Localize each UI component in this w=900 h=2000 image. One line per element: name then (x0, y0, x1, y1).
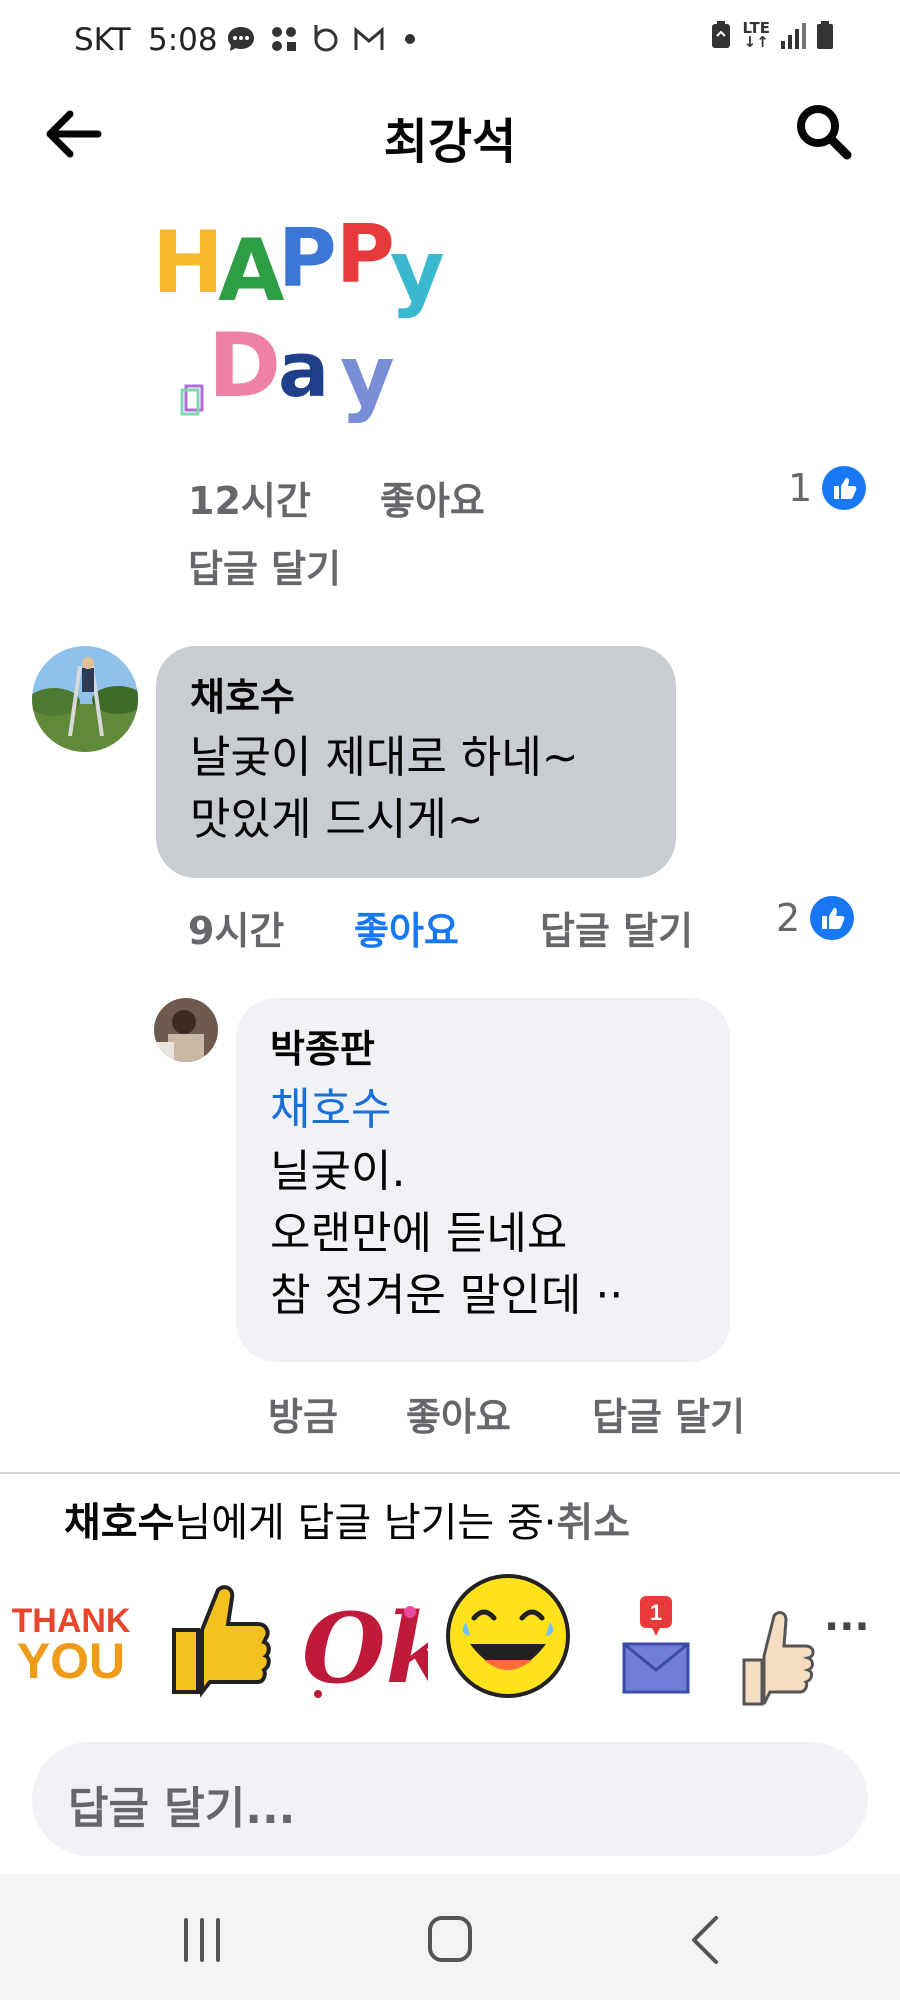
back-icon (692, 1916, 718, 1964)
comment-time: 9시간 (188, 909, 285, 953)
thumbs-up-icon (822, 466, 867, 510)
separator: · (543, 1500, 557, 1546)
more-stickers-button[interactable]: ··· (824, 1604, 870, 1650)
notification-icons (226, 22, 416, 57)
comment-bubble[interactable]: 채호수 날궂이 제대로 하네~ 맛있게 드시게~ (156, 646, 676, 878)
gmail-icon (354, 26, 384, 50)
happy-day-sticker-art: H A P P y D a y (152, 208, 445, 425)
reply-text: 닐궂이. 오랜만에 듣네요 참 정겨운 말인데 ·· (270, 1146, 624, 1321)
system-back-button[interactable] (676, 1912, 736, 1968)
sticker-comment-like-button[interactable]: 좋아요 (380, 470, 485, 525)
thank-you-sticker[interactable]: THANK YOU (10, 1560, 132, 1710)
home-icon (428, 1916, 472, 1962)
status-right-icons: LTE ↓↑ (710, 20, 834, 50)
search-button[interactable] (792, 100, 856, 164)
svg-text:D: D (208, 314, 281, 417)
sticker-comment-reactions[interactable]: 1 (788, 466, 867, 510)
comment-like-button[interactable]: 좋아요 (354, 900, 459, 955)
comment-author[interactable]: 채호수 (190, 666, 642, 721)
laughing-emoji-sticker[interactable] (444, 1560, 574, 1710)
home-button[interactable] (420, 1912, 480, 1968)
replying-banner: 채호수님에게 답글 남기는 중·취소 (64, 1490, 630, 1548)
dot-icon (405, 34, 416, 44)
svg-text:a: a (278, 325, 329, 414)
carrier-label: SKT (74, 22, 131, 58)
reply-bubble[interactable]: 박종판 채호수 닐궂이. 오랜만에 듣네요 참 정겨운 말인데 ·· (236, 998, 730, 1362)
svg-text:y: y (390, 222, 445, 320)
happy-day-sticker[interactable]: H A P P y D a y (150, 200, 480, 430)
reply-input[interactable]: 답글 달기... (32, 1742, 868, 1856)
cancel-reply-button[interactable]: 취소 (556, 1500, 630, 1546)
svg-text:H: H (152, 213, 224, 313)
thumbs-up-sticker[interactable] (160, 1560, 280, 1710)
system-nav-bar (0, 1874, 900, 2000)
sticker-suggestions: THANK YOU Ok 1 (0, 1560, 900, 1720)
band-icon (314, 25, 338, 52)
reply-time: 방금 (268, 1395, 338, 1439)
ok-sticker[interactable]: Ok (298, 1560, 452, 1710)
replying-to-name: 채호수 (64, 1500, 175, 1546)
thumbs-up-icon (810, 896, 855, 940)
status-bar: SKT 5:08 LTE ↓↑ (0, 0, 900, 80)
mail-badge-count: 1 (650, 1600, 662, 1625)
reply-mention-link[interactable]: 채호수 (270, 1079, 696, 1141)
replying-suffix: 님에게 답글 남기는 중 (174, 1500, 544, 1546)
sticker-comment-reply-button[interactable]: 답글 달기 (188, 538, 341, 593)
chat-bubble-icon (228, 27, 254, 51)
comment-text: 날궂이 제대로 하네~ 맛있게 드시게~ (190, 732, 579, 845)
reaction-count: 2 (776, 896, 801, 940)
search-icon (797, 105, 852, 160)
signal-icon (781, 23, 806, 49)
comment-reactions[interactable]: 2 (776, 896, 855, 940)
comment-reply-button[interactable]: 답글 달기 (540, 900, 693, 955)
avatar[interactable] (154, 998, 218, 1062)
thank-you-line-2: YOU (17, 1633, 125, 1689)
svg-text:A: A (218, 221, 285, 321)
recent-apps-button[interactable] (172, 1912, 232, 1968)
reply-like-button[interactable]: 좋아요 (406, 1386, 511, 1441)
battery-icon (817, 21, 833, 49)
recent-apps-icon (184, 1918, 220, 1962)
reaction-count: 1 (788, 466, 813, 510)
sticker-comment-time: 12시간 (188, 479, 311, 523)
svg-text:y: y (340, 327, 395, 425)
reply-reply-button[interactable]: 답글 달기 (592, 1386, 745, 1441)
hand-thumbs-up-sticker[interactable] (734, 1560, 818, 1710)
reply-author[interactable]: 박종판 (270, 1018, 696, 1073)
mail-notification-sticker[interactable]: 1 (606, 1560, 706, 1710)
app-grid-icon (271, 27, 296, 51)
reply-input-placeholder: 답글 달기... (68, 1783, 296, 1834)
status-time: 5:08 (148, 22, 218, 58)
svg-text:P: P (336, 208, 395, 301)
svg-text:P: P (278, 212, 337, 305)
battery-saver-icon (712, 21, 731, 48)
avatar[interactable] (32, 646, 138, 752)
lte-icon: LTE ↓↑ (742, 19, 770, 51)
divider (0, 1472, 900, 1474)
page-title: 최강석 (383, 114, 517, 170)
header: 최강석 (0, 88, 900, 178)
